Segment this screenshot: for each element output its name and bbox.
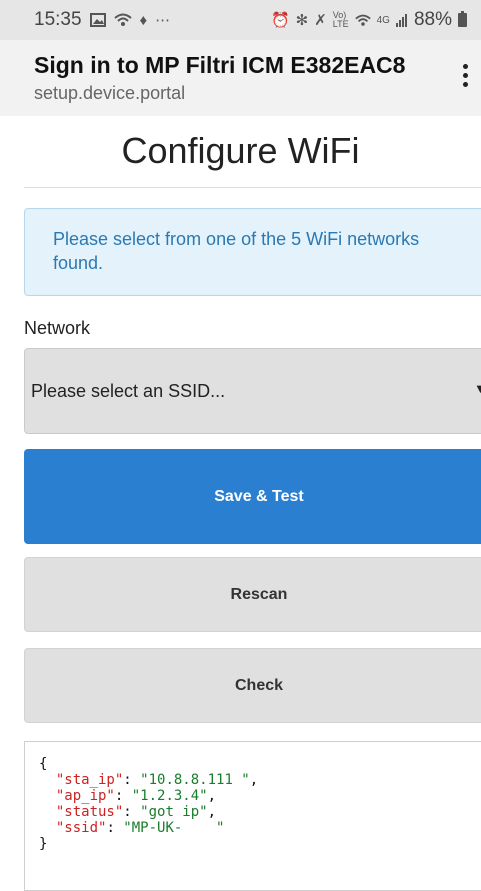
page-title: Configure WiFi — [121, 130, 360, 171]
wifi-icon — [113, 13, 132, 27]
save-test-button[interactable]: Save & Test — [24, 449, 481, 544]
divider — [24, 187, 481, 188]
status-bar-left: 15:35 ♦ ⋯ — [34, 9, 170, 31]
dropdown-arrow-icon: ▼ — [474, 381, 481, 396]
volte-icon: Vo) LTE — [332, 10, 349, 29]
image-icon — [89, 13, 106, 27]
ssid-select-value: Please select an SSID... — [31, 380, 226, 401]
status-bar: 15:35 ♦ ⋯ ⏰ ✻ ✗ Vo) LTE 4G 88% — [0, 0, 481, 40]
json-value: "got ip" — [140, 804, 208, 820]
battery-percent: 88% — [413, 9, 452, 30]
mute-icon: ✗ — [314, 12, 327, 29]
status-bar-right: ⏰ ✻ ✗ Vo) LTE 4G 88% — [271, 9, 467, 31]
wifi-icon — [354, 14, 371, 27]
json-value: "1.2.3.4" — [131, 788, 208, 804]
overflow-menu-icon[interactable] — [461, 64, 469, 87]
more-icon: ⋯ — [155, 12, 171, 29]
json-value: "MP-UK- " — [123, 820, 225, 836]
captive-portal-header: Sign in to MP Filtri ICM E382EAC8 setup.… — [0, 40, 481, 116]
json-value: "10.8.8.111 " — [140, 772, 250, 788]
portal-title: Sign in to MP Filtri ICM E382EAC8 — [34, 52, 406, 78]
network-label: Network — [24, 318, 91, 338]
check-button[interactable]: Check — [24, 648, 481, 723]
json-key: "ap_ip" — [55, 788, 115, 804]
ssid-select[interactable]: Please select an SSID... ▼ — [24, 348, 481, 434]
signal-icon — [395, 13, 408, 27]
bluetooth-icon: ✻ — [295, 12, 309, 29]
json-key: "sta_ip" — [55, 772, 124, 788]
info-alert: Please select from one of the 5 WiFi net… — [24, 208, 481, 296]
alarm-icon: ⏰ — [270, 12, 290, 29]
json-key: "ssid" — [55, 820, 107, 836]
notification-icon: ♦ — [139, 11, 148, 29]
clock: 15:35 — [34, 9, 82, 30]
network-type: 4G — [376, 14, 390, 26]
portal-url: setup.device.portal — [34, 83, 186, 103]
json-key: "status" — [55, 804, 124, 820]
battery-icon — [458, 11, 467, 27]
status-json-output: { "sta_ip": "10.8.8.111 ", "ap_ip": "1.2… — [24, 741, 481, 891]
rescan-button[interactable]: Rescan — [24, 557, 481, 632]
